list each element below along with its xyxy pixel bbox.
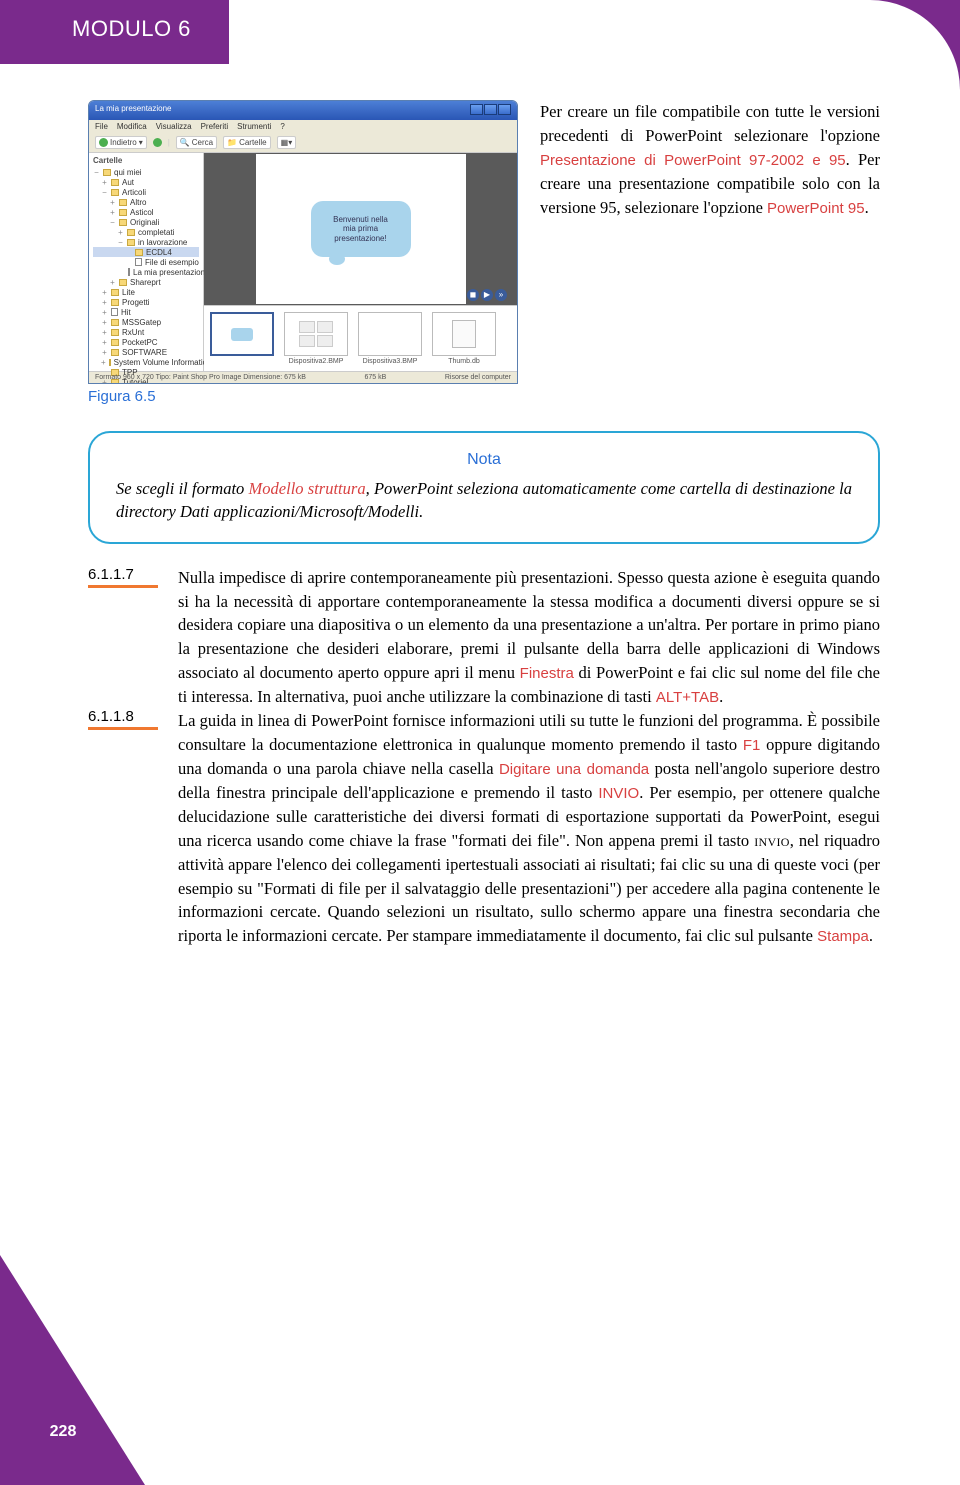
margin-column: 6.1.1.7 6.1.1.8	[88, 566, 158, 949]
tree-item[interactable]: −qui miei	[93, 167, 199, 177]
tree-item[interactable]: +RxUnt	[93, 327, 199, 337]
side-paragraph: Per creare un file compatibile con tutte…	[540, 100, 880, 220]
top-row: La mia presentazione File Modifica Visuali…	[88, 100, 880, 405]
tree-item[interactable]: File di esempio	[93, 257, 199, 267]
preview-controls: ◼ ▶ »	[467, 289, 507, 301]
slide: Benvenuti nella mia prima presentazione!	[256, 154, 466, 304]
main-area: Benvenuti nella mia prima presentazione!…	[204, 153, 517, 371]
tree-item[interactable]: +Asticol	[93, 207, 199, 217]
smallcaps-text: invio	[754, 831, 790, 850]
menu-item[interactable]: Preferiti	[201, 122, 229, 131]
tree-item[interactable]: +Shareprt	[93, 277, 199, 287]
menu-item[interactable]: Strumenti	[237, 122, 271, 131]
highlight-text: PowerPoint 95	[767, 200, 865, 217]
tree-item[interactable]: +completati	[93, 227, 199, 237]
tree-item[interactable]: +Hit	[93, 307, 199, 317]
thumbnail[interactable]	[210, 312, 274, 365]
views-button[interactable]: ▦▾	[277, 136, 297, 149]
note-title: Nota	[116, 449, 852, 471]
menu-item[interactable]: ?	[280, 122, 284, 131]
tree-item[interactable]: +MSSGatep	[93, 317, 199, 327]
thumbnail[interactable]: Dispositiva2.BMP	[284, 312, 348, 365]
content-area: La mia presentazione File Modifica Visuali…	[0, 0, 960, 948]
tree-item[interactable]: +Altro	[93, 197, 199, 207]
status-left: Formato 960 x 720 Tipo: Paint Shop Pro I…	[95, 374, 306, 381]
tree-item[interactable]: La mia presentazione	[93, 267, 199, 277]
highlight-text: Modello struttura	[249, 479, 366, 498]
next-icon[interactable]: »	[495, 289, 507, 301]
menu-item[interactable]: File	[95, 122, 108, 131]
tree-item[interactable]: ECDL4	[93, 247, 199, 257]
thumbnail[interactable]: Dispositiva3.BMP	[358, 312, 422, 365]
menu-item[interactable]: Modifica	[117, 122, 147, 131]
page: MODULO 6 La mia presentazione FileModifi…	[0, 0, 960, 1485]
status-mid: 675 kB	[364, 374, 386, 381]
tree-item[interactable]: +Aut	[93, 177, 199, 187]
folders-button[interactable]: 📁 Cartelle	[223, 136, 271, 149]
highlight-text: Digitare una domanda	[499, 761, 649, 778]
tree-item[interactable]: +Progetti	[93, 297, 199, 307]
highlight-text: Presentazione di PowerPoint 97-2002 e 95	[540, 152, 846, 169]
note-box: Nota Se scegli il formato Modello strutt…	[88, 431, 880, 544]
folder-tree: Cartelle −qui miei+Aut−Articoli+Altro+As…	[89, 153, 204, 371]
window-title: La mia presentazione	[95, 104, 172, 117]
figure-label: Figura 6.5	[88, 388, 518, 405]
highlight-text: Stampa	[817, 928, 869, 945]
tree-item[interactable]: +SOFTWARE	[93, 347, 199, 357]
stop-icon[interactable]: ◼	[467, 289, 479, 301]
menubar: File Modifica Visualizza Preferiti Strumenti…	[89, 120, 517, 133]
tree-item[interactable]: −in lavorazione	[93, 237, 199, 247]
thumbnails: Dispositiva2.BMPDispositiva3.BMPThumb.db	[204, 305, 517, 371]
highlight-text: F1	[743, 737, 761, 754]
section-number: 6.1.1.7	[88, 566, 158, 588]
highlight-text: INVIO	[598, 785, 639, 802]
preview-pane: Benvenuti nella mia prima presentazione!…	[204, 153, 517, 305]
menu-item[interactable]: Visualizza	[156, 122, 192, 131]
tree-item[interactable]: +System Volume Information	[93, 357, 199, 367]
tree-item[interactable]: +PocketPC	[93, 337, 199, 347]
sidebar-title: Cartelle	[93, 156, 199, 165]
speech-bubble: Benvenuti nella mia prima presentazione!	[311, 201, 411, 257]
body-column: Nulla impedisce di aprire contemporaneam…	[178, 566, 880, 949]
note-text: Se scegli il formato Modello struttura, …	[116, 477, 852, 523]
thumbnail[interactable]: Thumb.db	[432, 312, 496, 365]
section-row: 6.1.1.7 6.1.1.8 Nulla impedisce di aprir…	[88, 566, 880, 949]
toolbar: Indietro ▾ | 🔍 Cerca 📁 Cartelle ▦▾	[89, 133, 517, 153]
tree-item[interactable]: −Articoli	[93, 187, 199, 197]
screenshot: La mia presentazione File Modifica Visuali…	[88, 100, 518, 405]
window: La mia presentazione File Modifica Visuali…	[88, 100, 518, 384]
forward-icon[interactable]	[153, 138, 162, 147]
window-controls	[469, 104, 511, 117]
search-button[interactable]: 🔍 Cerca	[176, 136, 217, 149]
play-icon[interactable]: ▶	[481, 289, 493, 301]
explorer-body: Cartelle −qui miei+Aut−Articoli+Altro+As…	[89, 153, 517, 371]
highlight-text: Finestra	[520, 665, 574, 682]
tree-item[interactable]: −Originali	[93, 217, 199, 227]
back-button[interactable]: Indietro ▾	[95, 136, 147, 149]
section-number: 6.1.1.8	[88, 708, 158, 730]
titlebar: La mia presentazione	[89, 101, 517, 120]
tree-item[interactable]: +Lite	[93, 287, 199, 297]
status-right: Risorse del computer	[445, 374, 511, 381]
highlight-text: ALT+TAB	[656, 689, 719, 706]
page-number: 228	[40, 1409, 86, 1455]
